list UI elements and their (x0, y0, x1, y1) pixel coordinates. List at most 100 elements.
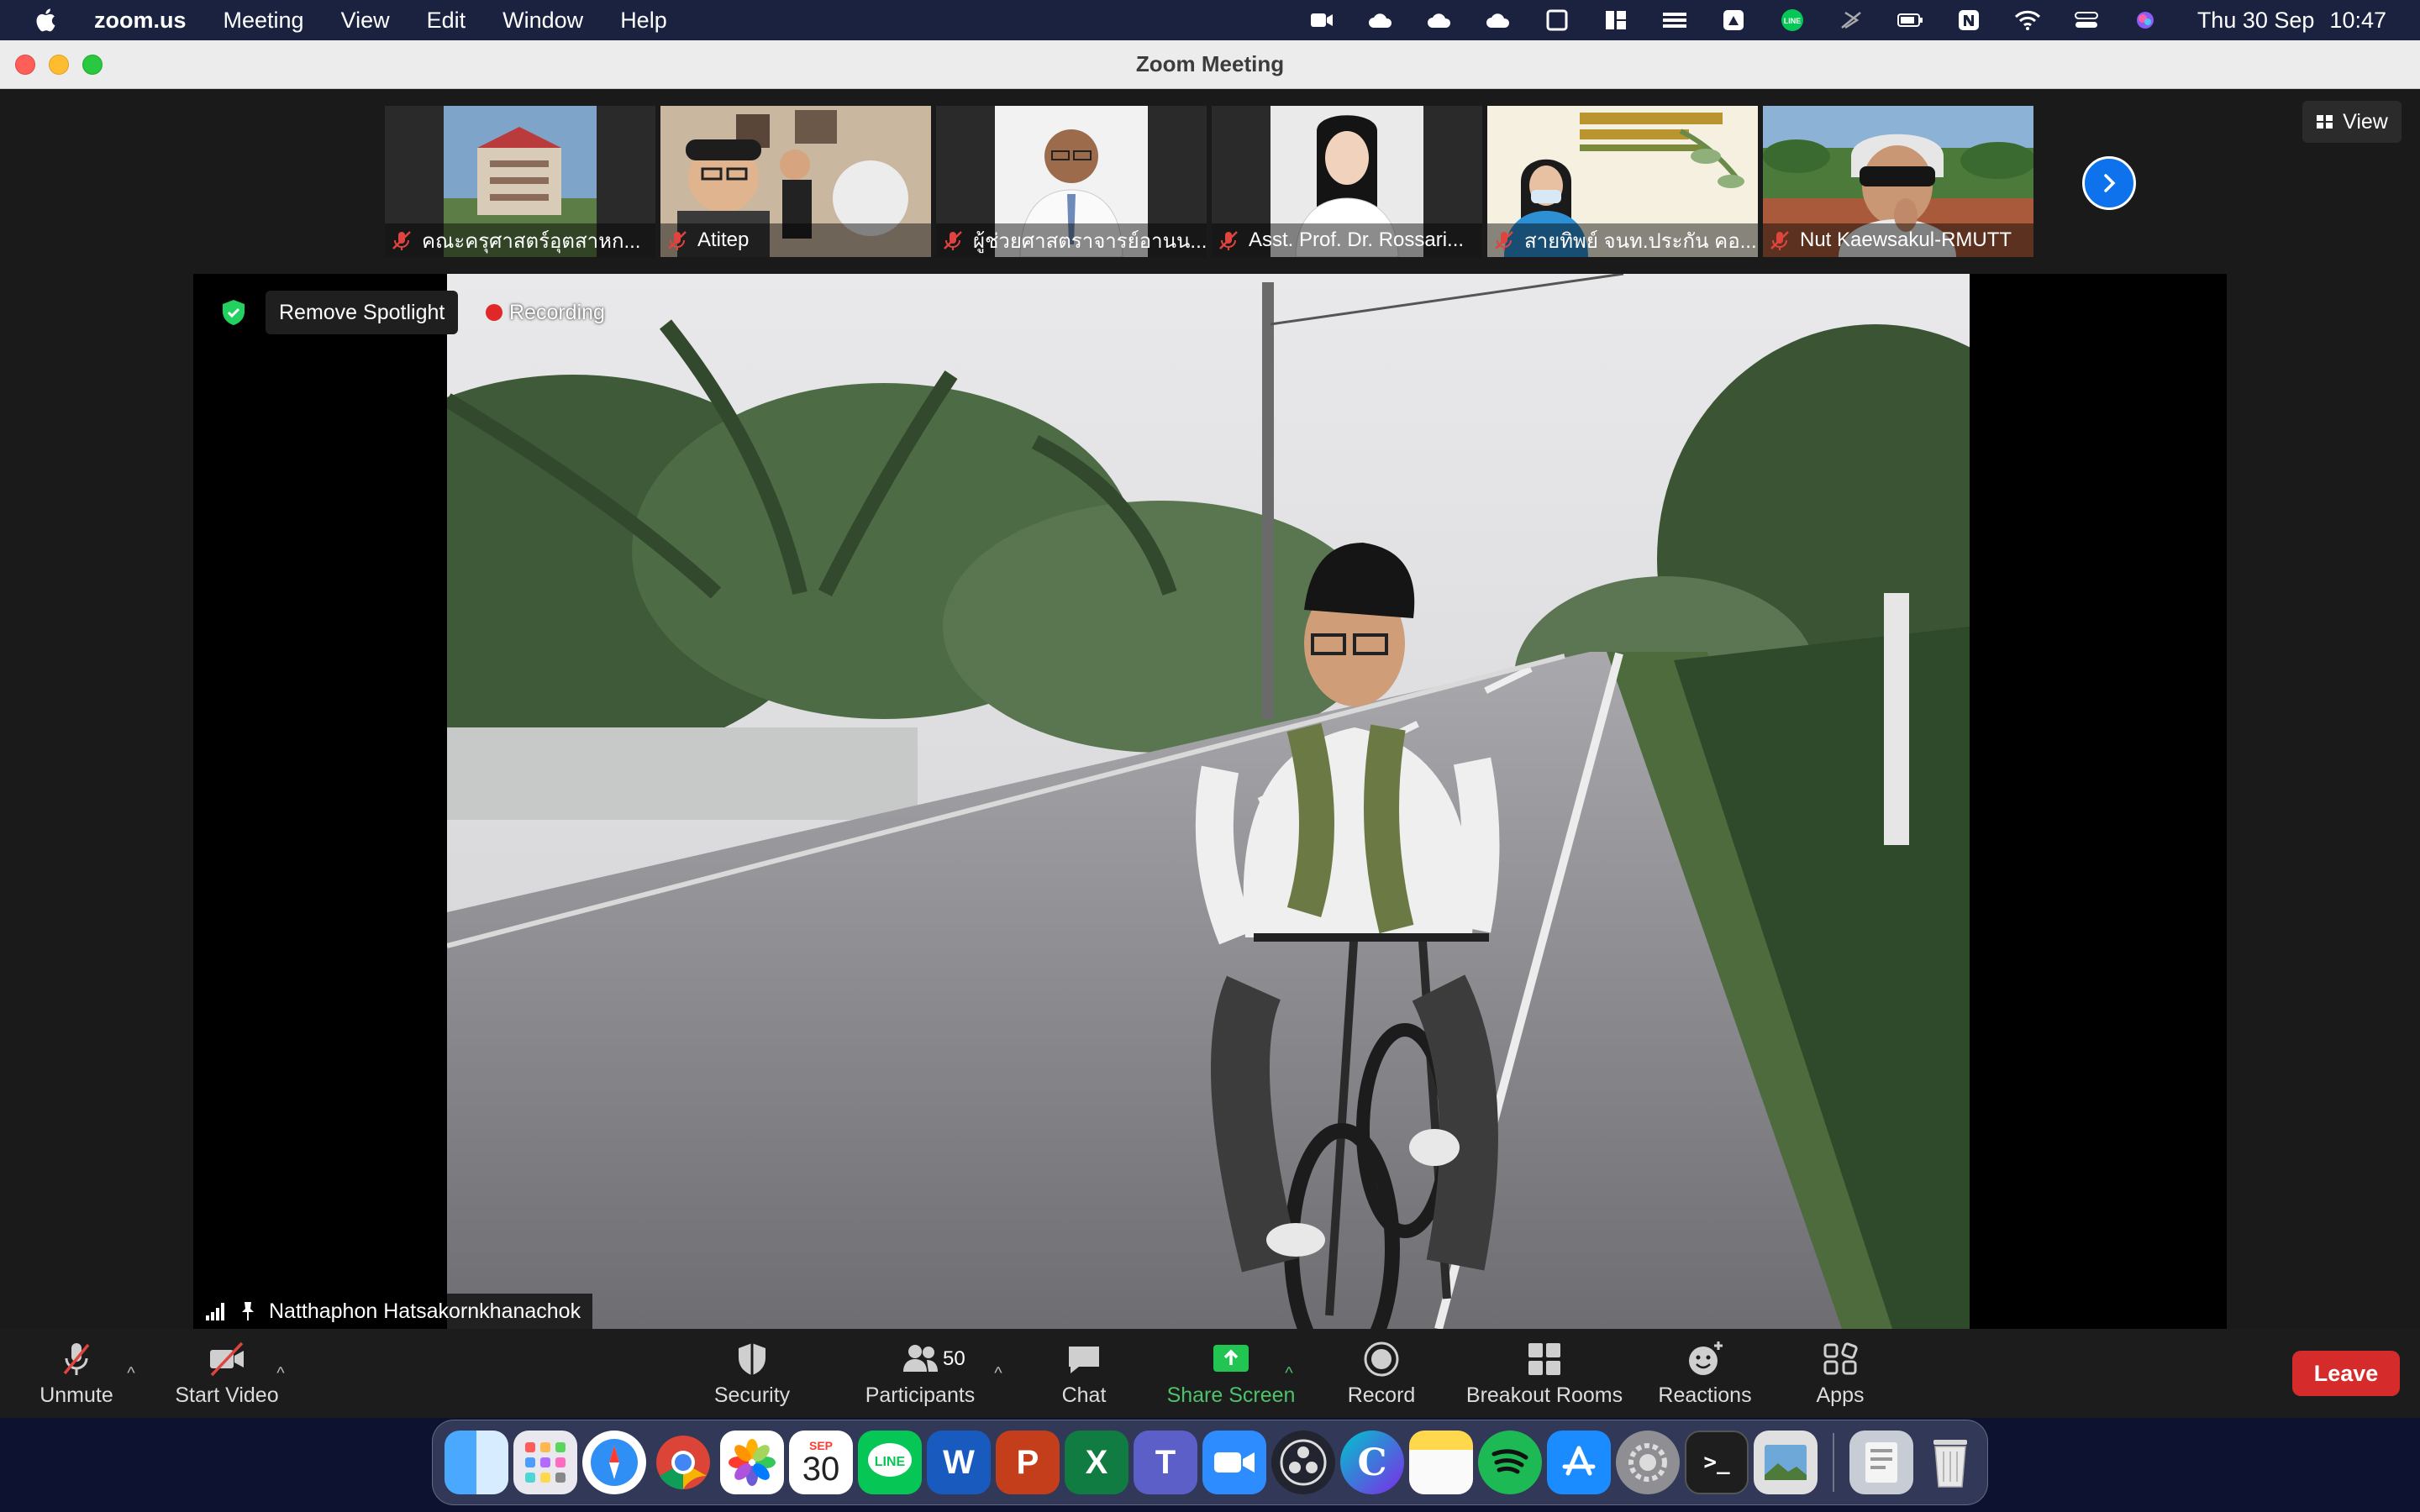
security-button[interactable]: Security (706, 1329, 798, 1418)
app-store-icon[interactable] (1547, 1431, 1611, 1494)
menu-window[interactable]: Window (502, 8, 583, 34)
control-center-icon[interactable] (2070, 7, 2103, 34)
pin-icon (242, 1302, 254, 1320)
menu-meeting[interactable]: Meeting (224, 8, 304, 34)
menu-edit[interactable]: Edit (427, 8, 466, 34)
participant-thumbnail[interactable]: Nut Kaewsakul-RMUTT (1763, 106, 2033, 257)
participants-button[interactable]: Participants (857, 1329, 983, 1418)
battery-icon[interactable] (1893, 7, 1927, 34)
cloud-icon-3[interactable] (1481, 7, 1515, 34)
menu-help[interactable]: Help (620, 8, 667, 34)
obs-icon[interactable] (1271, 1431, 1335, 1494)
window-layout-icon[interactable] (1599, 7, 1633, 34)
unmute-button[interactable]: Unmute (39, 1329, 114, 1418)
status-area: LINE Thu 30 Sep 10:47 (1305, 0, 2386, 40)
video-frame (447, 274, 1970, 1329)
chrome-icon[interactable] (651, 1431, 715, 1494)
spotify-icon[interactable] (1478, 1431, 1542, 1494)
cloud-icon-2[interactable] (1423, 7, 1456, 34)
video-off-icon (210, 1341, 244, 1376)
chat-button[interactable]: Chat (1050, 1329, 1118, 1418)
next-page-button[interactable] (2082, 156, 2136, 210)
muted-mic-icon (63, 1342, 90, 1375)
macos-dock: SEP 30 LINE W P X T C >_ (432, 1420, 1988, 1505)
participant-label: Atitep (660, 223, 931, 257)
audio-options-button[interactable]: ^ (121, 1329, 141, 1418)
share-options-button[interactable]: ^ (1279, 1329, 1299, 1418)
participant-thumbnail[interactable]: คณะครุศาสตร์อุตสาหก... (385, 106, 655, 257)
preview-icon[interactable] (1754, 1431, 1818, 1494)
line-status-icon[interactable]: LINE (1776, 7, 1809, 34)
zoom-icon[interactable] (1202, 1431, 1266, 1494)
window-minimize-button[interactable] (49, 55, 69, 75)
canva-icon[interactable]: C (1340, 1431, 1404, 1494)
powerpoint-icon[interactable]: P (996, 1431, 1060, 1494)
participant-thumbnail-strip: คณะครุศาสตร์อุตสาหก... Atitep ผู้ช่วยศาส… (385, 106, 2033, 257)
n-app-icon[interactable] (1952, 7, 1986, 34)
photos-icon[interactable] (720, 1431, 784, 1494)
calendar-icon[interactable]: SEP 30 (789, 1431, 853, 1494)
cyclist-on-road-video (447, 274, 1970, 1329)
view-button[interactable]: View (2302, 101, 2402, 143)
participant-thumbnail[interactable]: Atitep (660, 106, 931, 257)
participant-name: Atitep (697, 228, 750, 251)
wifi-icon[interactable] (2011, 7, 2044, 34)
recording-dot-icon (486, 304, 502, 321)
participants-icon (903, 1344, 938, 1372)
window-close-button[interactable] (15, 55, 35, 75)
window-maximize-button[interactable] (82, 55, 103, 75)
share-screen-label: Share Screen (1166, 1383, 1296, 1407)
apple-icon[interactable] (34, 7, 60, 34)
participants-label: Participants (865, 1383, 976, 1407)
video-options-button[interactable]: ^ (271, 1329, 291, 1418)
cloud-icon[interactable] (1364, 7, 1397, 34)
shield-icon (739, 1342, 765, 1375)
unmute-label: Unmute (39, 1383, 113, 1407)
apps-button[interactable]: Apps (1807, 1329, 1874, 1418)
safari-icon[interactable] (582, 1431, 646, 1494)
notes-icon[interactable] (1409, 1431, 1473, 1494)
terminal-icon[interactable]: >_ (1685, 1431, 1749, 1494)
breakout-rooms-label: Breakout Rooms (1465, 1383, 1623, 1407)
finder-icon[interactable] (445, 1431, 508, 1494)
record-button[interactable]: Record (1341, 1329, 1422, 1418)
word-icon[interactable]: W (927, 1431, 991, 1494)
participant-thumbnail[interactable]: Asst. Prof. Dr. Rossari... (1212, 106, 1482, 257)
svg-text:LINE: LINE (1784, 17, 1802, 25)
launchpad-icon[interactable] (513, 1431, 577, 1494)
trash-icon[interactable] (1918, 1431, 1982, 1494)
downloads-icon[interactable] (1849, 1431, 1913, 1494)
excel-icon[interactable]: X (1065, 1431, 1128, 1494)
leave-button[interactable]: Leave (2292, 1351, 2400, 1396)
start-video-button[interactable]: Start Video (168, 1329, 286, 1418)
breakout-rooms-button[interactable]: Breakout Rooms (1462, 1329, 1627, 1418)
signal-strength-icon (206, 1303, 224, 1320)
bluetooth-off-icon[interactable] (1834, 7, 1868, 34)
participant-thumbnail[interactable]: ผู้ช่วยศาสตราจารย์อานน... (936, 106, 1207, 257)
recording-indicator[interactable]: Recording (474, 291, 617, 334)
line-icon[interactable]: LINE (858, 1431, 922, 1494)
participants-options-button[interactable]: ^ (988, 1329, 1008, 1418)
reactions-button[interactable]: Reactions (1652, 1329, 1758, 1418)
system-preferences-icon[interactable] (1616, 1431, 1680, 1494)
menu-clock[interactable]: Thu 30 Sep 10:47 (2197, 8, 2386, 34)
menu-view[interactable]: View (341, 8, 390, 34)
menu-app-name[interactable]: zoom.us (94, 8, 187, 34)
chat-bubble-icon (1069, 1346, 1099, 1373)
stack-icon[interactable] (1658, 7, 1691, 34)
clock-date: Thu 30 Sep (2196, 7, 2315, 33)
muted-mic-icon (1219, 231, 1238, 250)
screen-mirror-icon[interactable] (1540, 7, 1574, 34)
camera-status-icon[interactable] (1305, 7, 1339, 34)
spotlight-video[interactable]: Remove Spotlight Recording Natthaphon Ha… (193, 274, 2227, 1329)
apps-label: Apps (1816, 1383, 1865, 1407)
participant-thumbnail[interactable]: สายทิพย์ จนท.ประกัน คอ... (1487, 106, 1758, 257)
remove-spotlight-button[interactable]: Remove Spotlight (266, 291, 459, 334)
teams-icon[interactable]: T (1134, 1431, 1197, 1494)
siri-icon[interactable] (2128, 7, 2162, 34)
breakout-rooms-icon (1528, 1342, 1560, 1375)
macos-menu-bar: zoom.us Meeting View Edit Window Help LI… (0, 0, 2420, 40)
drive-icon[interactable] (1717, 7, 1750, 34)
participant-name: Asst. Prof. Dr. Rossari... (1249, 228, 1465, 251)
window-title: Zoom Meeting (1135, 51, 1285, 76)
